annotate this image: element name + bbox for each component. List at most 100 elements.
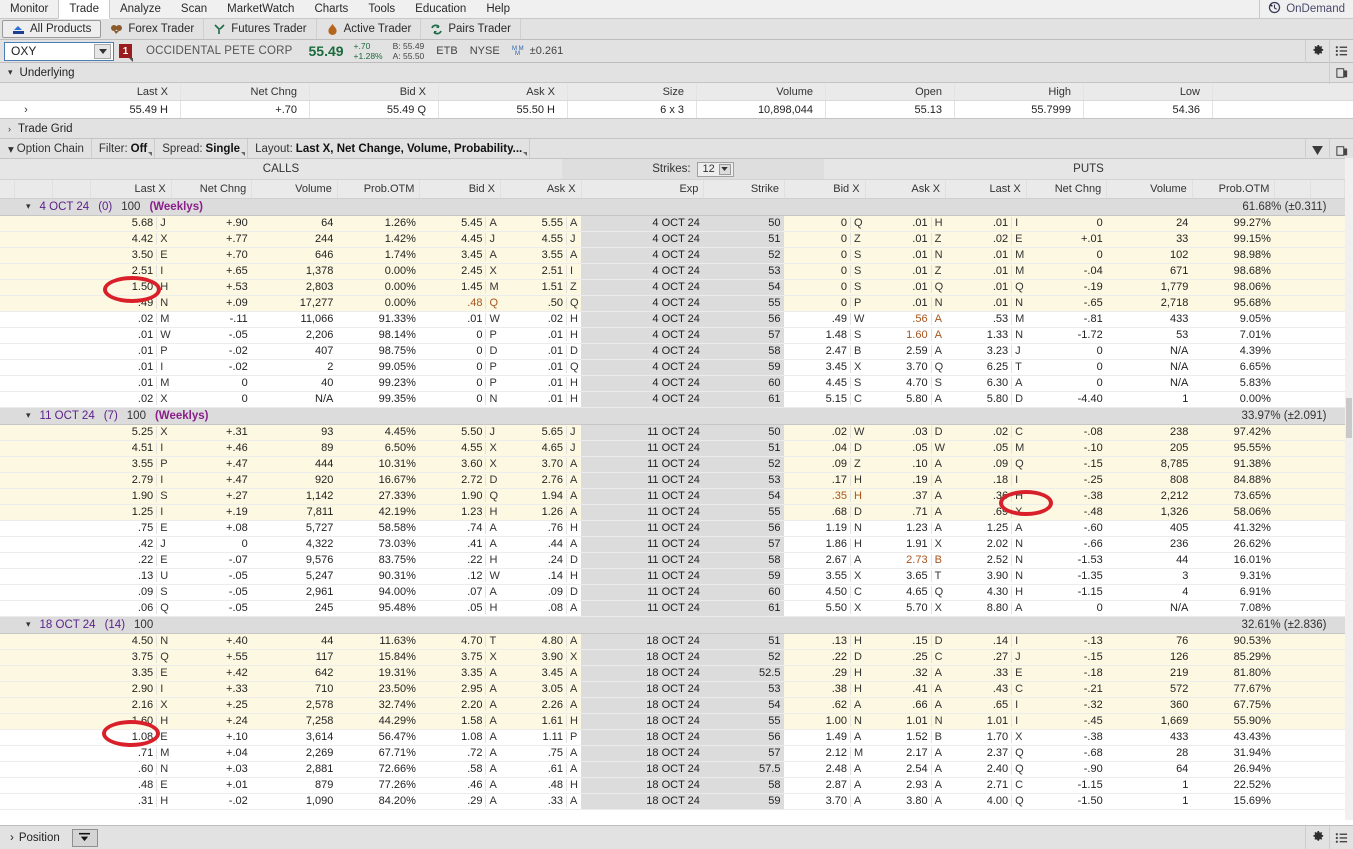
put-bid[interactable]: .49 W xyxy=(784,311,866,328)
call-bid[interactable]: 2.20 A xyxy=(419,697,501,714)
menu-item-marketwatch[interactable]: MarketWatch xyxy=(217,0,304,18)
call-net-chng[interactable]: +.31 xyxy=(171,424,252,441)
row-handle[interactable] xyxy=(0,520,15,537)
put-last[interactable]: 4.00 Q xyxy=(945,793,1027,810)
put-ask[interactable]: .01 N xyxy=(865,247,946,264)
put-bid[interactable]: 0P xyxy=(784,295,866,312)
put-prob-otm[interactable]: 98.98% xyxy=(1192,247,1275,264)
call-volume[interactable]: 245 xyxy=(251,600,338,617)
call-prob-otm[interactable]: 10.31% xyxy=(337,456,420,473)
row-handle[interactable] xyxy=(0,231,15,248)
put-volume[interactable]: 1 xyxy=(1106,391,1193,408)
strike[interactable]: 59 xyxy=(703,359,785,376)
call-bid[interactable]: 0P xyxy=(419,327,501,344)
put-volume[interactable]: 572 xyxy=(1106,681,1193,698)
col-calls-last[interactable]: Last X xyxy=(90,180,172,199)
call-prob-otm[interactable]: 44.29% xyxy=(337,713,420,730)
call-marker-b[interactable] xyxy=(52,665,91,682)
strike[interactable]: 53 xyxy=(703,263,785,280)
trade-grid-section-bar[interactable]: › Trade Grid xyxy=(0,119,1353,139)
call-volume[interactable]: 7,811 xyxy=(251,504,338,521)
strike[interactable]: 52 xyxy=(703,456,785,473)
put-marker-a[interactable] xyxy=(1274,649,1311,666)
put-ask[interactable]: 4.70 S xyxy=(865,375,946,392)
call-ask[interactable]: 2.76 A xyxy=(500,472,582,489)
expiration[interactable]: 11 OCT 24 xyxy=(581,488,704,505)
call-marker-a[interactable] xyxy=(14,424,53,441)
call-bid[interactable]: 5.45 A xyxy=(419,215,501,232)
strike[interactable]: 56 xyxy=(703,729,785,746)
put-bid[interactable]: 5.15 C xyxy=(784,391,866,408)
call-volume[interactable]: 2,578 xyxy=(251,697,338,714)
put-last[interactable]: .01 M xyxy=(945,247,1027,264)
put-last[interactable]: .14 I xyxy=(945,633,1027,650)
row-handle[interactable] xyxy=(0,247,15,264)
call-volume[interactable]: 7,258 xyxy=(251,713,338,730)
call-volume[interactable]: 1,090 xyxy=(251,793,338,810)
put-last[interactable]: 6.30 A xyxy=(945,375,1027,392)
call-last[interactable]: 5.25 X xyxy=(90,424,172,441)
put-prob-otm[interactable]: 99.15% xyxy=(1192,231,1275,248)
call-volume[interactable]: 642 xyxy=(251,665,338,682)
call-volume[interactable]: 920 xyxy=(251,472,338,489)
put-marker-b[interactable] xyxy=(1310,375,1345,392)
call-marker-a[interactable] xyxy=(14,713,53,730)
call-bid[interactable]: 0P xyxy=(419,359,501,376)
row-handle[interactable] xyxy=(0,375,15,392)
expiration[interactable]: 18 OCT 24 xyxy=(581,761,704,778)
call-bid[interactable]: 4.45 J xyxy=(419,231,501,248)
col-puts-bid[interactable]: Bid X xyxy=(784,180,866,199)
put-net-chng[interactable]: -.13 xyxy=(1026,633,1107,650)
call-last[interactable]: .71 M xyxy=(90,745,172,762)
call-net-chng[interactable]: 0 xyxy=(171,375,252,392)
call-bid[interactable]: 3.75 X xyxy=(419,649,501,666)
call-net-chng[interactable]: +.77 xyxy=(171,231,252,248)
call-prob-otm[interactable]: 1.26% xyxy=(337,215,420,232)
put-prob-otm[interactable]: 6.65% xyxy=(1192,359,1275,376)
put-ask[interactable]: 2.73 B xyxy=(865,552,946,569)
call-bid[interactable]: .41 A xyxy=(419,536,501,553)
put-bid[interactable]: 1.00 N xyxy=(784,713,866,730)
put-ask[interactable]: .01 Z xyxy=(865,263,946,280)
put-last[interactable]: .02 C xyxy=(945,424,1027,441)
put-marker-b[interactable] xyxy=(1310,649,1345,666)
strike[interactable]: 50 xyxy=(703,215,785,232)
call-marker-a[interactable] xyxy=(14,391,53,408)
call-marker-b[interactable] xyxy=(52,279,91,296)
put-prob-otm[interactable]: 55.90% xyxy=(1192,713,1275,730)
put-prob-otm[interactable]: 84.88% xyxy=(1192,472,1275,489)
call-marker-a[interactable] xyxy=(14,681,53,698)
put-volume[interactable]: 1,669 xyxy=(1106,713,1193,730)
call-marker-a[interactable] xyxy=(14,777,53,794)
call-last[interactable]: 2.16 X xyxy=(90,697,172,714)
row-handle[interactable] xyxy=(0,424,15,441)
put-net-chng[interactable]: -.45 xyxy=(1026,713,1107,730)
put-volume[interactable]: N/A xyxy=(1106,359,1193,376)
option-chain-row[interactable]: 3.55 P +.47 444 10.31% 3.60 X 3.70 A 11 OCT 24 52.… xyxy=(0,456,1345,473)
put-ask[interactable]: .41 A xyxy=(865,681,946,698)
put-bid[interactable]: .13 H xyxy=(784,633,866,650)
menu-item-education[interactable]: Education xyxy=(405,0,476,18)
call-net-chng[interactable]: -.05 xyxy=(171,584,252,601)
put-marker-a[interactable] xyxy=(1274,247,1311,264)
call-prob-otm[interactable]: 1.74% xyxy=(337,247,420,264)
put-marker-b[interactable] xyxy=(1310,761,1345,778)
put-bid[interactable]: 4.45 S xyxy=(784,375,866,392)
call-bid[interactable]: 5.50 J xyxy=(419,424,501,441)
option-chain-row[interactable]: .09 S -.05 2,961 94.00% .07 A .09 D 11 OCT 24 60 4.… xyxy=(0,584,1345,601)
put-last[interactable]: .33 E xyxy=(945,665,1027,682)
put-ask[interactable]: 2.93 A xyxy=(865,777,946,794)
put-marker-b[interactable] xyxy=(1310,633,1345,650)
put-marker-a[interactable] xyxy=(1274,359,1311,376)
put-marker-b[interactable] xyxy=(1310,279,1345,296)
col-exp[interactable]: Exp xyxy=(581,180,705,199)
put-marker-a[interactable] xyxy=(1274,231,1311,248)
call-ask[interactable]: 3.05 A xyxy=(500,681,582,698)
call-marker-b[interactable] xyxy=(52,247,91,264)
expiration[interactable]: 4 OCT 24 xyxy=(581,231,704,248)
call-bid[interactable]: .07 A xyxy=(419,584,501,601)
call-ask[interactable]: .44 A xyxy=(500,536,582,553)
row-handle[interactable] xyxy=(0,311,15,328)
option-chain-row[interactable]: 2.51 I +.65 1,378 0.00% 2.45 X 2.51 I 4 OCT 24 53 0… xyxy=(0,263,1345,280)
put-marker-b[interactable] xyxy=(1310,488,1345,505)
